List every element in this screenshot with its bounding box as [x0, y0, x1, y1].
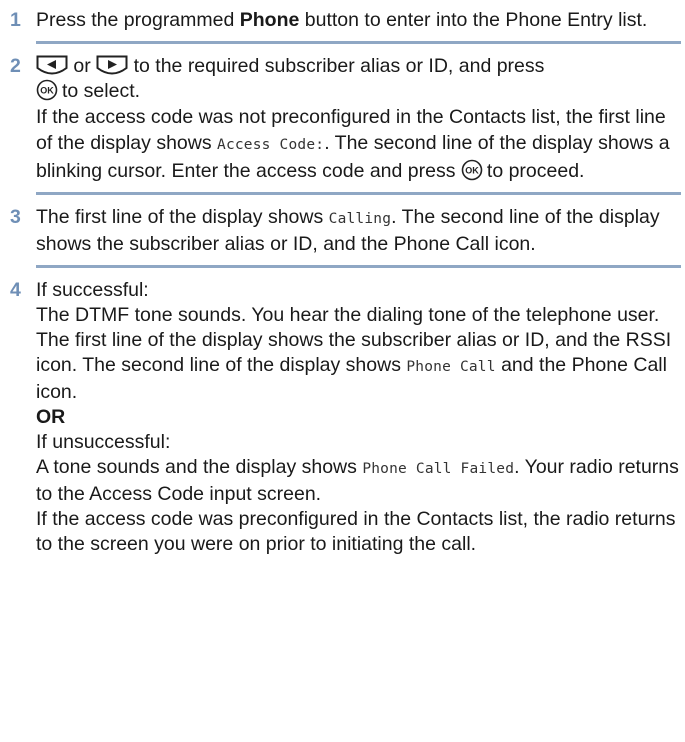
svg-text:OK: OK: [465, 166, 479, 176]
text-span: The first line of the display shows: [36, 206, 329, 228]
step-3: 3 The first line of the display shows Ca…: [0, 195, 685, 257]
step-text: Press the programmed Phone button to ent…: [36, 9, 647, 31]
step-number: 1: [10, 9, 21, 31]
text-span: A tone sounds and the display shows: [36, 456, 363, 478]
step-line: or to the required subscriber alias or I…: [36, 54, 679, 79]
or-label: OR: [36, 406, 66, 428]
step-number: 3: [10, 206, 21, 228]
text-span: to proceed.: [486, 160, 585, 182]
ok-key-icon: OK: [461, 159, 483, 181]
phone-button-name: Phone: [239, 9, 300, 31]
text-span: to the required subscriber alias or ID, …: [133, 55, 545, 77]
procedure-document: 1 Press the programmed Phone button to e…: [0, 0, 685, 557]
svg-text:OK: OK: [40, 86, 54, 96]
display-text: Phone Call: [406, 359, 496, 375]
text-span: or: [73, 55, 91, 77]
step-paragraph: If the access code was not preconfigured…: [36, 104, 679, 184]
step-2: 2 or to the required subscriber alias or…: [0, 44, 685, 184]
step-4: 4 If successful: The DTMF tone sounds. Y…: [0, 268, 685, 557]
display-text: Calling: [328, 211, 392, 227]
ok-key-icon: OK: [36, 79, 58, 101]
step-number: 4: [10, 279, 21, 301]
step-number: 2: [10, 55, 21, 77]
step-text: The first line of the display shows Call…: [36, 206, 660, 255]
step-line: If unsuccessful:: [36, 431, 171, 453]
step-1: 1 Press the programmed Phone button to e…: [0, 0, 685, 33]
step-paragraph: A tone sounds and the display shows Phon…: [36, 455, 679, 507]
left-arrow-key-icon: [36, 55, 68, 75]
display-text: Phone Call Failed: [362, 461, 515, 477]
text-span: Press the programmed: [36, 9, 240, 31]
text-span: to select.: [62, 80, 141, 102]
step-line: If successful:: [36, 279, 149, 301]
step-paragraph: If the access code was preconfigured in …: [36, 508, 676, 555]
step-paragraph: The DTMF tone sounds. You hear the diali…: [36, 303, 679, 405]
step-line: OK to select.: [36, 79, 679, 104]
display-text: Access Code:: [217, 137, 325, 153]
text-span: button to enter into the Phone Entry lis…: [299, 9, 648, 31]
right-arrow-key-icon: [96, 55, 128, 75]
